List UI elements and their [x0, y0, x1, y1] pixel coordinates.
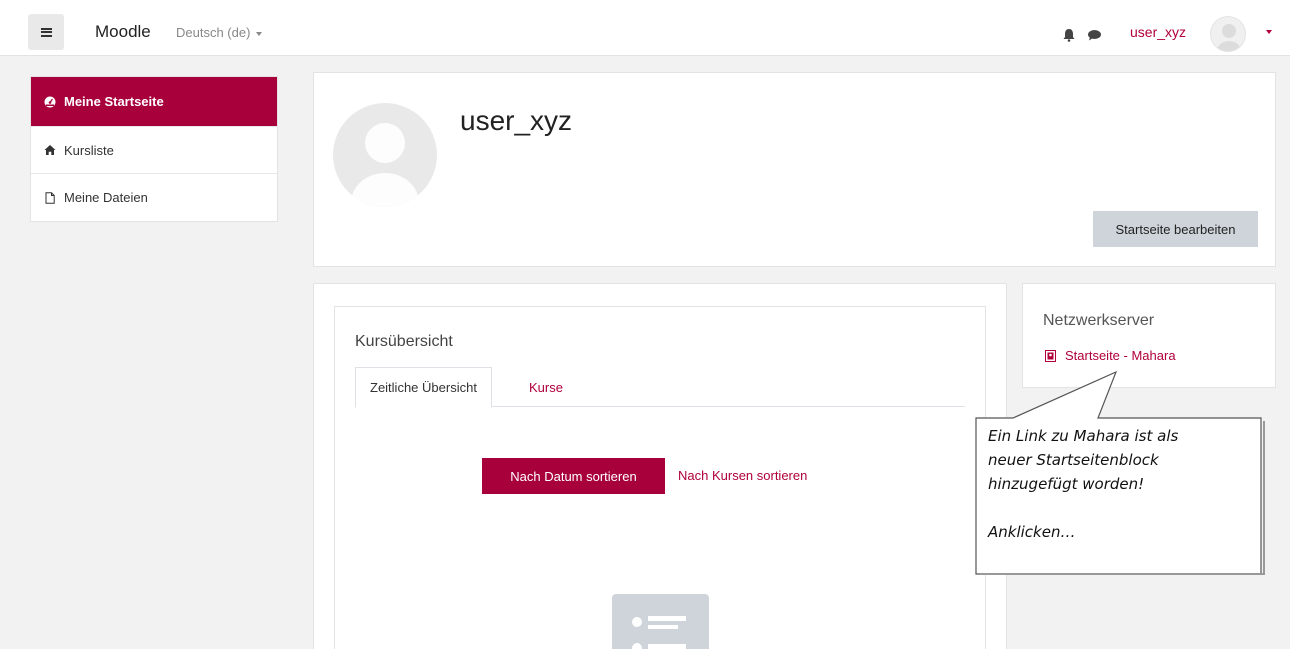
mahara-link[interactable]: Startseite - Mahara	[1045, 348, 1176, 363]
file-icon	[45, 191, 55, 204]
chat-icon[interactable]	[1087, 29, 1102, 41]
bell-icon[interactable]	[1062, 28, 1076, 42]
language-label: Deutsch (de)	[176, 25, 251, 40]
nav-item-course-list[interactable]: Kursliste	[31, 127, 277, 174]
user-menu-name[interactable]: user_xyz	[1130, 24, 1186, 40]
page-title: user_xyz	[460, 105, 573, 136]
user-avatar-icon	[1217, 24, 1241, 51]
tab-timeline[interactable]: Zeitliche Übersicht	[355, 367, 492, 408]
page-header: user_xyz Startseite bearbeiten	[313, 72, 1276, 267]
nav-list: Meine Startseite Kursliste Meine Dateien	[30, 76, 278, 222]
profile-avatar	[333, 103, 437, 207]
home-icon	[44, 145, 56, 155]
tab-courses[interactable]: Kurse	[515, 367, 577, 408]
sort-by-course-link[interactable]: Nach Kursen sortieren	[678, 468, 807, 483]
block-title: Kursübersicht	[355, 333, 453, 350]
nav-item-dashboard[interactable]: Meine Startseite	[31, 77, 277, 127]
annotation-text: Ein Link zu Mahara ist als neuer Startse…	[988, 427, 1179, 541]
nav-item-label: Meine Startseite	[64, 94, 164, 109]
mahara-link-label: Startseite - Mahara	[1065, 348, 1176, 363]
mahara-icon	[1045, 349, 1056, 362]
site-brand[interactable]: Moodle	[95, 22, 151, 42]
main-region: Kursübersicht Zeitliche Übersicht Kurse …	[313, 283, 1007, 649]
chevron-down-icon	[256, 31, 263, 36]
block-title: Netzwerkserver	[1043, 312, 1155, 329]
avatar[interactable]	[1210, 16, 1246, 52]
tab-bar: Zeitliche Übersicht Kurse	[355, 367, 965, 408]
dashboard-icon	[44, 96, 56, 107]
list-icon	[632, 616, 686, 649]
edit-dashboard-button[interactable]: Startseite bearbeiten	[1093, 211, 1258, 247]
menu-toggle-button[interactable]	[28, 14, 64, 50]
hamburger-icon	[40, 27, 52, 37]
empty-state-image	[612, 594, 709, 649]
user-avatar-icon	[351, 123, 419, 207]
network-server-block: Netzwerkserver Startseite - Mahara	[1022, 283, 1276, 388]
course-overview-block: Kursübersicht Zeitliche Übersicht Kurse …	[334, 306, 986, 649]
user-menu-chevron-icon[interactable]	[1266, 30, 1272, 34]
nav-item-label: Meine Dateien	[64, 190, 148, 205]
nav-item-my-files[interactable]: Meine Dateien	[31, 174, 277, 221]
language-menu[interactable]: Deutsch (de)	[176, 25, 263, 40]
sort-by-date-button[interactable]: Nach Datum sortieren	[482, 458, 665, 494]
top-navbar: Moodle Deutsch (de) user_xyz	[0, 0, 1290, 56]
nav-item-label: Kursliste	[64, 142, 114, 158]
